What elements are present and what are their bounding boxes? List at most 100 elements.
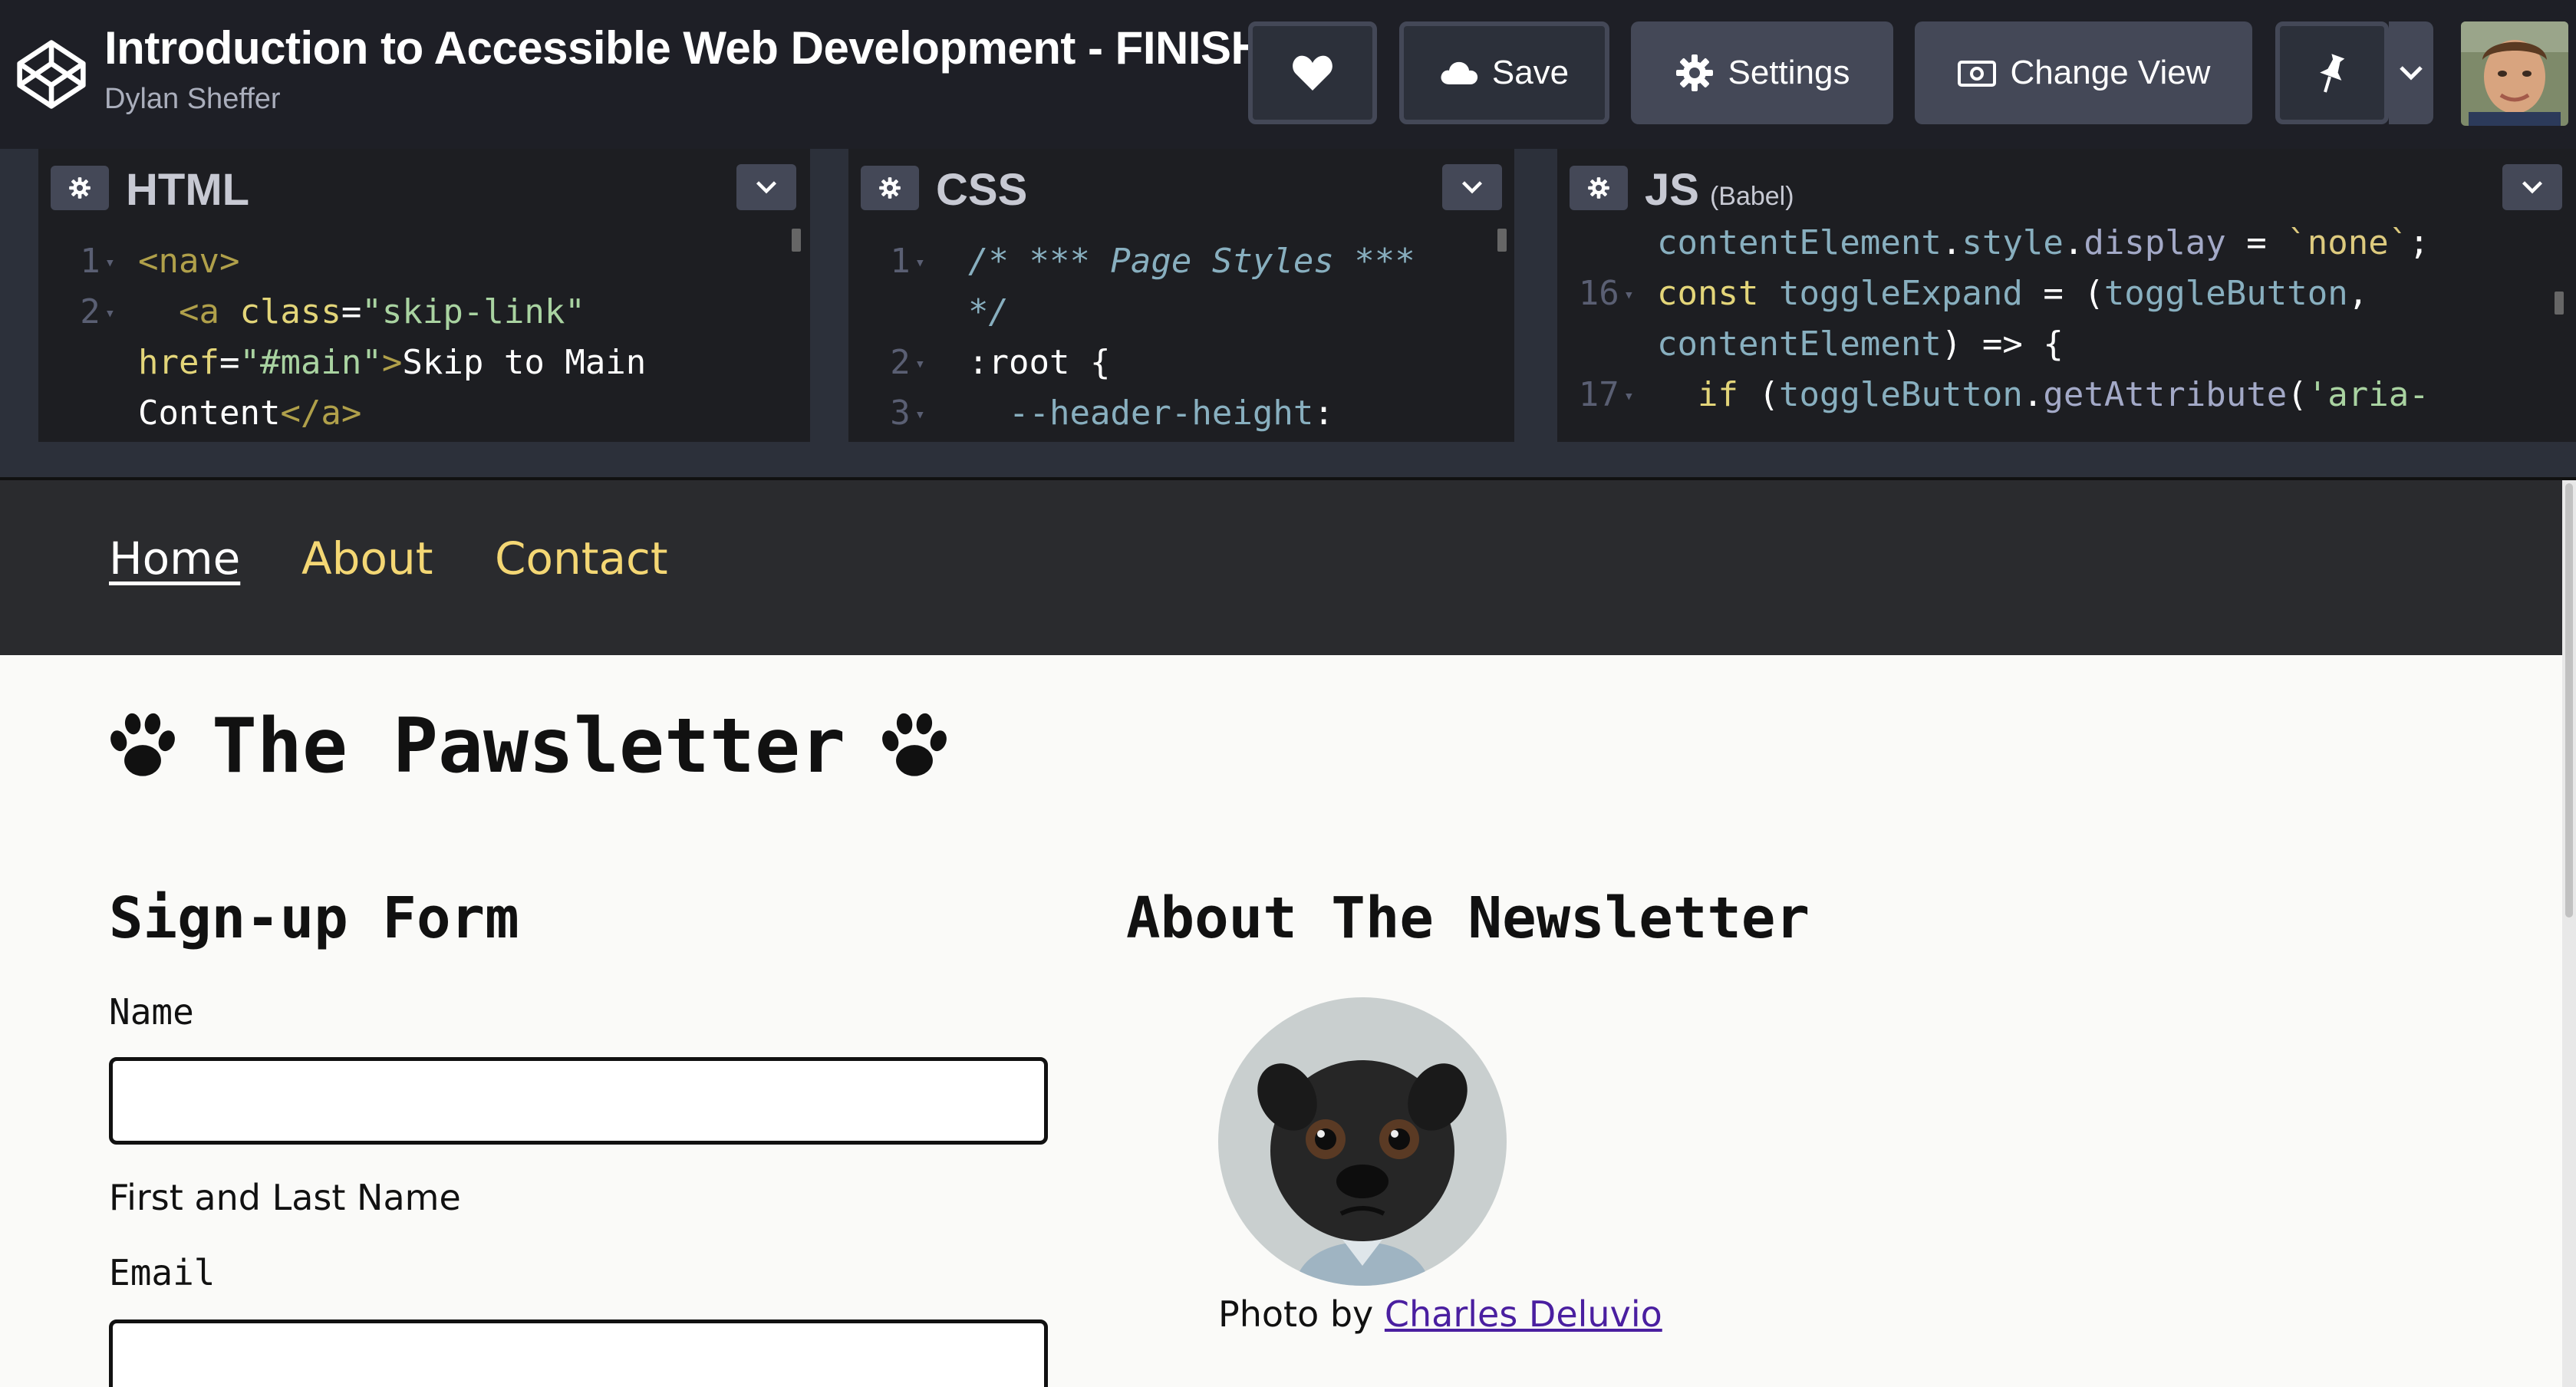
code-line[interactable]: :root { — [968, 338, 1110, 388]
code-line[interactable]: */ — [968, 287, 1009, 338]
css-editor-pane: CSS 1 ▾ /* *** Page Styles *** */ 2 ▾ :root { 3… — [848, 149, 1514, 442]
codepen-logo-icon[interactable] — [15, 38, 87, 110]
css-scrollbar[interactable] — [1497, 229, 1507, 252]
js-pane-header: JS (Babel) — [1557, 149, 2576, 229]
fold-arrow-icon[interactable]: ▾ — [915, 339, 925, 390]
css-collapse-button[interactable] — [1442, 164, 1502, 210]
paw-icon — [110, 713, 175, 776]
fold-arrow-icon[interactable]: ▾ — [1624, 270, 1634, 321]
html-pane-header: HTML — [38, 149, 810, 229]
html-code-editor[interactable]: 1 ▾ <nav> 2 ▾ <a class="skip-link" href="#mai… — [38, 229, 810, 442]
line-number: 1 ▾ — [38, 236, 115, 288]
fold-arrow-icon[interactable]: ▾ — [915, 390, 925, 440]
fold-arrow-icon[interactable]: ▾ — [105, 288, 115, 339]
html-editor-pane: HTML 1 ▾ <nav> 2 ▾ <a class="skip-link" href=… — [38, 149, 810, 442]
pin-dropdown-button[interactable] — [2389, 21, 2433, 124]
name-hint: First and Last Name — [109, 1177, 461, 1218]
save-label: Save — [1491, 54, 1570, 91]
code-line[interactable]: <a class="skip-link" — [138, 287, 585, 338]
gear-icon — [69, 177, 91, 199]
css-code-editor[interactable]: 1 ▾ /* *** Page Styles *** */ 2 ▾ :root { 3 ▾ --… — [848, 229, 1514, 442]
chevron-down-icon — [1461, 181, 1483, 194]
settings-button[interactable]: Settings — [1631, 21, 1893, 124]
result-preview: Home About Contact The Pawsletter Sign-u… — [0, 480, 2576, 1387]
heart-icon — [1293, 55, 1332, 91]
js-label: JS — [1645, 165, 1699, 215]
nav-link-contact[interactable]: Contact — [495, 532, 668, 585]
js-scrollbar[interactable] — [2555, 292, 2564, 315]
nav-link-home[interactable]: Home — [109, 532, 240, 585]
pin-icon — [2320, 54, 2345, 93]
line-number: 3 ▾ — [848, 388, 925, 440]
code-line[interactable]: --header-height: — [968, 388, 1334, 439]
email-input[interactable] — [109, 1319, 1048, 1387]
chevron-down-icon — [2400, 66, 2423, 81]
html-settings-button[interactable] — [51, 166, 109, 210]
chevron-down-icon — [2522, 181, 2543, 194]
js-collapse-button[interactable] — [2502, 164, 2562, 210]
css-settings-button[interactable] — [861, 166, 919, 210]
fold-arrow-icon[interactable]: ▾ — [915, 238, 925, 288]
code-line[interactable]: <nav> — [138, 236, 239, 287]
fold-arrow-icon[interactable]: ▾ — [1624, 371, 1634, 422]
preview-resize-bar[interactable] — [0, 442, 2576, 480]
code-line[interactable]: contentElement.style.display = `none`; — [1657, 218, 2429, 269]
code-line[interactable]: /* *** Page Styles *** — [968, 236, 1415, 287]
code-line[interactable]: href="#main">Skip to Main — [138, 338, 646, 388]
pane-divider[interactable] — [0, 149, 38, 442]
site-navigation: Home About Contact — [0, 480, 2562, 655]
line-number: 16 ▾ — [1557, 269, 1634, 321]
pane-divider[interactable] — [810, 149, 848, 442]
gear-icon — [1675, 54, 1713, 91]
photo-credit-prefix: Photo by — [1218, 1293, 1374, 1335]
author-name[interactable]: Dylan Sheffer — [104, 83, 281, 116]
cloud-icon — [1441, 61, 1477, 84]
js-editor-pane: JS (Babel) contentElement.style.display =… — [1557, 149, 2576, 442]
page-title-text: The Pawsletter — [212, 703, 846, 790]
preview-scrollbar-thumb[interactable] — [2565, 483, 2573, 918]
change-view-label: Change View — [2010, 54, 2211, 91]
page-title: The Pawsletter — [107, 703, 950, 790]
editor-panes: HTML 1 ▾ <nav> 2 ▾ <a class="skip-link" href=… — [0, 149, 2576, 442]
html-pane-title: HTML — [126, 165, 250, 215]
pug-photo — [1218, 997, 1507, 1286]
love-button[interactable] — [1248, 21, 1377, 124]
save-button[interactable]: Save — [1399, 21, 1609, 124]
preview-scrollbar[interactable] — [2562, 480, 2576, 1387]
line-number: 1 ▾ — [848, 236, 925, 288]
fold-arrow-icon[interactable]: ▾ — [105, 238, 115, 288]
js-code-editor[interactable]: contentElement.style.display = `none`; 16… — [1557, 218, 2576, 442]
code-line[interactable]: const toggleExpand = (toggleButton, — [1657, 269, 2368, 319]
html-collapse-button[interactable] — [736, 164, 796, 210]
gear-icon — [1588, 177, 1609, 199]
pin-button[interactable] — [2275, 21, 2389, 124]
pane-divider[interactable] — [1514, 149, 1557, 442]
user-avatar[interactable] — [2461, 21, 2568, 126]
line-number: 2 ▾ — [38, 287, 115, 339]
nav-link-about[interactable]: About — [301, 532, 433, 585]
gear-icon — [879, 177, 901, 199]
code-line[interactable]: contentElement) => { — [1657, 319, 2064, 370]
codepen-topbar: Introduction to Accessible Web Developme… — [0, 0, 2576, 149]
photographer-link[interactable]: Charles Deluvio — [1385, 1293, 1662, 1335]
about-heading: About The Newsletter — [1126, 885, 1810, 951]
email-label: Email — [109, 1252, 216, 1293]
name-input[interactable] — [109, 1057, 1048, 1145]
settings-label: Settings — [1728, 54, 1850, 91]
css-pane-header: CSS — [848, 149, 1514, 229]
name-label: Name — [109, 991, 194, 1033]
chevron-down-icon — [756, 181, 777, 194]
code-line[interactable]: Content</a> — [138, 388, 361, 439]
js-settings-button[interactable] — [1570, 166, 1628, 210]
js-pane-title: JS (Babel) — [1645, 164, 1794, 216]
paw-icon — [882, 713, 947, 776]
code-line[interactable]: if (toggleButton.getAttribute('aria- — [1657, 370, 2429, 420]
signup-form-heading: Sign-up Form — [109, 885, 519, 951]
html-scrollbar[interactable] — [792, 229, 801, 252]
change-view-button[interactable]: Change View — [1915, 21, 2252, 124]
js-preprocessor-label: (Babel) — [1709, 182, 1794, 211]
line-number: 2 ▾ — [848, 338, 925, 390]
photo-credit: Photo by Charles Deluvio — [1218, 1293, 1662, 1335]
pen-title[interactable]: Introduction to Accessible Web Developme… — [104, 21, 1305, 74]
line-number: 17 ▾ — [1557, 370, 1634, 422]
